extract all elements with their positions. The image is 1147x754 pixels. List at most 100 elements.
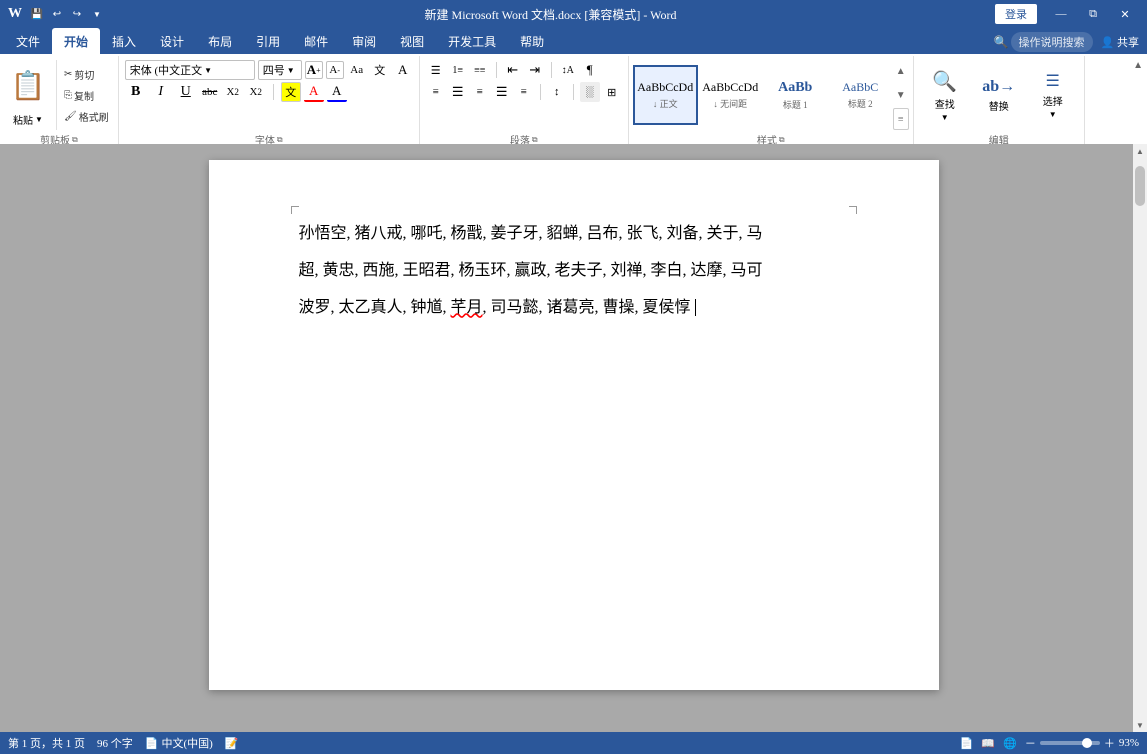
- font-size-selector[interactable]: 四号 ▼: [258, 60, 302, 80]
- zoom-out-button[interactable]: －: [1025, 735, 1036, 751]
- style-heading1-preview: AaBb: [778, 80, 812, 96]
- strikethrough-button[interactable]: abc: [200, 82, 220, 102]
- replace-button[interactable]: ab→ 替换: [974, 67, 1024, 123]
- copy-button[interactable]: ⎘ 复制: [61, 87, 112, 104]
- tab-design[interactable]: 设计: [148, 28, 196, 54]
- scroll-down-button[interactable]: ▼: [1133, 718, 1147, 732]
- save-icon[interactable]: 💾: [28, 5, 46, 23]
- style-no-spacing[interactable]: AaBbCcDd ↓ 无间距: [698, 65, 763, 125]
- restore-button[interactable]: ⧉: [1079, 4, 1107, 24]
- subscript-button[interactable]: X2: [223, 82, 243, 102]
- login-button[interactable]: 登录: [995, 4, 1037, 24]
- superscript-button[interactable]: X2: [246, 82, 266, 102]
- minimize-button[interactable]: —: [1047, 4, 1075, 24]
- clear-format-button[interactable]: A: [393, 60, 413, 80]
- scroll-up-button[interactable]: ▲: [1133, 144, 1147, 158]
- find-button[interactable]: 🔍 查找 ▼: [920, 67, 970, 123]
- align-left-button[interactable]: ≡: [426, 82, 446, 102]
- tab-help[interactable]: 帮助: [508, 28, 556, 54]
- title-left: W 💾 ↩ ↪ ▼: [8, 5, 106, 23]
- styles-scroll-up[interactable]: ▲: [893, 60, 909, 82]
- style-heading1-label: 标题 1: [783, 98, 808, 111]
- collapse-ribbon-button[interactable]: ▲: [1133, 60, 1143, 71]
- zoom-in-button[interactable]: ＋: [1104, 735, 1115, 751]
- format-paint-button[interactable]: 🖌 格式刷: [61, 108, 112, 125]
- document-line-2: 超, 黄忠, 西施, 王昭君, 杨玉环, 赢政, 老夫子, 刘禅, 李白, 达摩…: [299, 257, 849, 286]
- font-shrink-button[interactable]: A-: [326, 61, 344, 79]
- font-name-selector[interactable]: 宋体 (中文正文 ▼: [125, 60, 255, 80]
- redo-icon[interactable]: ↪: [68, 5, 86, 23]
- style-heading2[interactable]: AaBbC 标题 2: [828, 65, 893, 125]
- tab-insert[interactable]: 插入: [100, 28, 148, 54]
- view-normal-icon[interactable]: 📄: [960, 737, 974, 750]
- paste-button[interactable]: 📋: [6, 60, 50, 112]
- text-shade-button[interactable]: A: [327, 82, 347, 102]
- aa-button[interactable]: Aa: [347, 60, 367, 80]
- text-color-button[interactable]: A: [304, 82, 324, 102]
- document-line-1: 孙悟空, 猪八戒, 哪吒, 杨戬, 姜子牙, 貂蝉, 吕布, 张飞, 刘备, 关…: [299, 220, 849, 249]
- style-no-spacing-preview: AaBbCcDd: [702, 80, 758, 95]
- zoom-control[interactable]: － ＋ 93%: [1025, 735, 1139, 751]
- cut-button[interactable]: ✂ 剪切: [61, 66, 112, 83]
- styles-more[interactable]: ≡: [893, 108, 909, 130]
- undo-icon[interactable]: ↩: [48, 5, 66, 23]
- line-spacing-button[interactable]: ↕: [547, 82, 567, 102]
- document-content[interactable]: 孙悟空, 猪八戒, 哪吒, 杨戬, 姜子牙, 貂蝉, 吕布, 张飞, 刘备, 关…: [299, 220, 849, 322]
- distributed-button[interactable]: ≡: [514, 82, 534, 102]
- align-right-button[interactable]: ≡: [470, 82, 490, 102]
- styles-scroll-down[interactable]: ▼: [893, 84, 909, 106]
- customize-icon[interactable]: ▼: [88, 5, 106, 23]
- zoom-percent[interactable]: 93%: [1119, 737, 1139, 749]
- font-color-btn[interactable]: 文: [370, 60, 390, 80]
- tab-review[interactable]: 审阅: [340, 28, 388, 54]
- increase-indent-button[interactable]: ⇥: [525, 60, 545, 80]
- paste-dropdown[interactable]: 粘贴 ▼: [13, 112, 43, 127]
- multi-list-button[interactable]: ≡≡: [470, 60, 490, 80]
- view-reading-icon[interactable]: 📖: [981, 737, 995, 750]
- paragraph-expand-icon[interactable]: ⧉: [532, 135, 538, 145]
- show-marks-button[interactable]: ¶: [580, 60, 600, 80]
- select-button[interactable]: ☰ 选择 ▼: [1028, 67, 1078, 123]
- vertical-scrollbar[interactable]: ▲ ▼: [1133, 144, 1147, 732]
- close-button[interactable]: ✕: [1111, 4, 1139, 24]
- corner-tr: [849, 206, 857, 214]
- font-expand-icon[interactable]: ⧉: [277, 135, 283, 145]
- style-heading1[interactable]: AaBb 标题 1: [763, 65, 828, 125]
- document-page[interactable]: 孙悟空, 猪八戒, 哪吒, 杨戬, 姜子牙, 貂蝉, 吕布, 张飞, 刘备, 关…: [209, 160, 939, 690]
- document-icon: 📄: [145, 737, 159, 750]
- styles-expand-icon[interactable]: ⧉: [779, 135, 785, 145]
- search-box[interactable]: 操作说明搜索: [1011, 32, 1093, 52]
- font-size-arrow-icon: ▼: [287, 66, 295, 75]
- italic-button[interactable]: I: [150, 82, 172, 102]
- bold-button[interactable]: B: [125, 82, 147, 102]
- tab-home[interactable]: 开始: [52, 28, 100, 54]
- tab-mail[interactable]: 邮件: [292, 28, 340, 54]
- decrease-indent-button[interactable]: ⇤: [503, 60, 523, 80]
- tab-layout[interactable]: 布局: [196, 28, 244, 54]
- justify-button[interactable]: ☰: [492, 82, 512, 102]
- tab-view[interactable]: 视图: [388, 28, 436, 54]
- scroll-thumb[interactable]: [1135, 166, 1145, 206]
- underline-button[interactable]: U: [175, 82, 197, 102]
- border-button[interactable]: ⊞: [602, 82, 622, 102]
- tab-devtools[interactable]: 开发工具: [436, 28, 508, 54]
- tab-file[interactable]: 文件: [4, 28, 52, 54]
- font-enlarge-button[interactable]: A+: [305, 61, 323, 79]
- clipboard-expand-icon[interactable]: ⧉: [72, 135, 78, 145]
- tab-references[interactable]: 引用: [244, 28, 292, 54]
- share-button[interactable]: 👤 共享: [1101, 34, 1139, 50]
- style-heading2-label: 标题 2: [848, 97, 873, 110]
- zoom-thumb: [1082, 738, 1092, 748]
- align-center-button[interactable]: ☰: [448, 82, 468, 102]
- select-arrow-icon: ▼: [1049, 110, 1057, 119]
- view-web-icon[interactable]: 🌐: [1003, 737, 1017, 750]
- highlight-button[interactable]: 文: [281, 82, 301, 102]
- paste-label: 粘贴: [13, 112, 33, 127]
- sort-button[interactable]: ↕A: [558, 60, 578, 80]
- zoom-slider[interactable]: [1040, 741, 1100, 745]
- style-normal[interactable]: AaBbCcDd ↓ 正文: [633, 65, 698, 125]
- numbered-list-button[interactable]: 1≡: [448, 60, 468, 80]
- bullet-list-button[interactable]: ☰: [426, 60, 446, 80]
- word-logo-icon: W: [8, 6, 22, 22]
- shading-button[interactable]: ░: [580, 82, 600, 102]
